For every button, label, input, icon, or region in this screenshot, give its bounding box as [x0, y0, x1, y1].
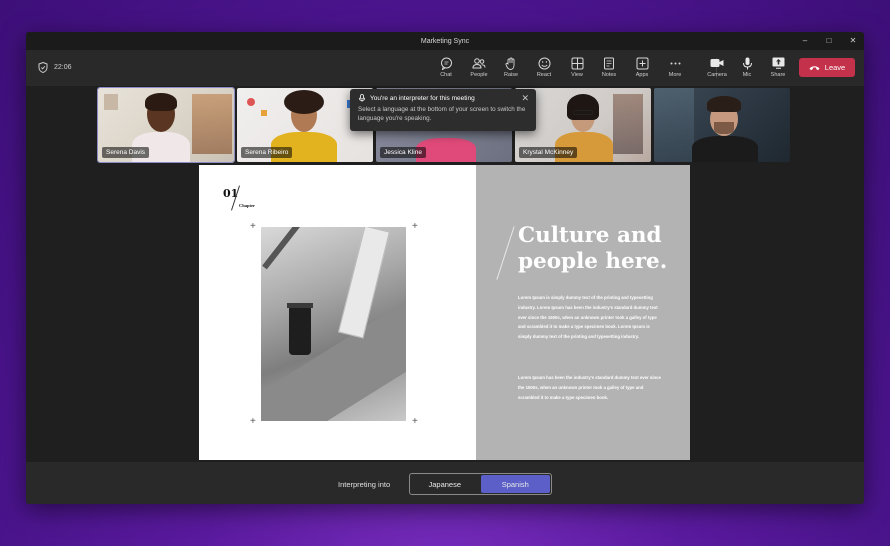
person-hair: [284, 90, 324, 114]
title-bar: Marketing Sync – □ ✕: [26, 32, 864, 50]
interpreter-icon: [358, 94, 366, 102]
interpretation-bar: Interpreting into Japanese Spanish: [26, 462, 864, 504]
more-icon: [670, 62, 680, 64]
participant-name: Serena Ribeiro: [241, 147, 293, 158]
shield-icon: [38, 62, 48, 73]
people-label: People: [470, 72, 488, 78]
interpreter-tooltip: You're an interpreter for this meeting S…: [350, 89, 536, 131]
react-label: React: [536, 72, 552, 78]
tooltip-body: Select a language at the bottom of your …: [358, 106, 526, 122]
video-tile-participant[interactable]: [654, 88, 790, 162]
person-hair: [567, 94, 599, 120]
language-option-japanese[interactable]: Japanese: [410, 474, 480, 494]
slide-paragraph: Lorem Ipsum has been the industry's stan…: [518, 375, 661, 400]
headline-line: Culture and: [518, 223, 662, 248]
people-button[interactable]: People: [464, 54, 494, 82]
leave-button[interactable]: Leave: [799, 58, 855, 77]
camera-label: Camera: [707, 72, 727, 78]
slide-photo: [261, 227, 406, 421]
crop-mark: +: [412, 416, 418, 427]
slide-text-panel: Culture and people here. Lorem Ipsum is …: [476, 165, 690, 460]
minimize-icon[interactable]: –: [800, 32, 810, 50]
chat-label: Chat: [440, 72, 452, 78]
person-hair: [145, 93, 177, 111]
hang-up-icon: [809, 65, 820, 70]
chat-icon: [440, 57, 452, 70]
meeting-toolbar: 22:06 Chat People Raise React View Notes: [26, 50, 864, 86]
raise-hand-icon: [505, 57, 515, 70]
shared-presentation-slide: 01 Chapter + + + + Culture and people he…: [199, 165, 690, 460]
people-icon: [472, 57, 486, 68]
chat-button[interactable]: Chat: [431, 54, 461, 82]
slide-headline: Culture and people here.: [518, 223, 678, 275]
view-icon: [571, 57, 583, 69]
clothes-rack: [613, 94, 643, 154]
react-button[interactable]: React: [529, 54, 559, 82]
share-icon: [772, 57, 784, 69]
glasses: [573, 110, 593, 115]
tooltip-close-icon[interactable]: ✕: [521, 93, 529, 104]
beard: [714, 122, 734, 134]
language-option-spanish[interactable]: Spanish: [480, 475, 550, 493]
mic-icon: [742, 57, 752, 69]
meeting-timer: 22:06: [38, 62, 72, 73]
notes-button[interactable]: Notes: [594, 54, 624, 82]
crop-mark: +: [250, 416, 256, 427]
notes-icon: [604, 57, 614, 69]
apps-button[interactable]: Apps: [627, 54, 657, 82]
view-button[interactable]: View: [562, 54, 592, 82]
video-tile-serena-davis[interactable]: Serena Davis: [97, 87, 235, 163]
participant-name: Krystal McKinney: [519, 147, 578, 158]
office-window: [654, 88, 694, 162]
interpreting-into-label: Interpreting into: [338, 480, 391, 489]
raise-hand-button[interactable]: Raise: [496, 54, 526, 82]
timer-text: 22:06: [54, 64, 72, 71]
close-icon[interactable]: ✕: [848, 32, 858, 50]
raise-label: Raise: [503, 72, 519, 78]
more-label: More: [668, 72, 682, 78]
photo-pencil: [262, 227, 310, 270]
wall-decor: [247, 98, 255, 106]
tooltip-title: You're an interpreter for this meeting: [370, 94, 475, 102]
photo-thread-spool: [289, 305, 311, 355]
react-icon: [538, 57, 550, 69]
window-controls: – □ ✕: [800, 32, 858, 50]
bookshelf: [192, 94, 232, 154]
crop-mark: +: [250, 221, 256, 232]
language-toggle: Japanese Spanish: [409, 473, 552, 495]
participant-name: Jessica Kline: [380, 147, 426, 158]
wall-frame: [104, 94, 118, 110]
photo-ruler-wood: [261, 298, 406, 421]
more-button[interactable]: More: [660, 54, 690, 82]
apps-icon: [636, 57, 648, 69]
chapter-label: Chapter: [239, 203, 255, 208]
apps-label: Apps: [635, 72, 649, 78]
headline-slash: [496, 226, 515, 280]
photo-spool-cap: [287, 303, 313, 308]
slide-paragraph: Lorem Ipsum is simply dummy text of the …: [518, 295, 658, 340]
person-body: [692, 136, 758, 162]
share-label: Share: [770, 72, 786, 78]
share-button[interactable]: Share: [763, 54, 793, 82]
mic-label: Mic: [742, 72, 752, 78]
mic-button[interactable]: Mic: [732, 54, 762, 82]
wall-decor: [261, 110, 267, 116]
headline-line: people here.: [518, 249, 668, 274]
camera-button[interactable]: Camera: [702, 54, 732, 82]
camera-icon: [710, 59, 724, 67]
view-label: View: [571, 72, 583, 78]
person-hair: [707, 96, 741, 112]
participant-name: Serena Davis: [102, 147, 150, 158]
notes-label: Notes: [601, 72, 617, 78]
meeting-stage: Serena Davis Serena Ribeiro Jessica Klin…: [26, 86, 864, 462]
leave-label: Leave: [824, 63, 846, 72]
teams-meeting-window: Marketing Sync – □ ✕ 22:06 Chat People R…: [26, 32, 864, 504]
window-title: Marketing Sync: [420, 37, 470, 45]
crop-mark: +: [412, 221, 418, 232]
maximize-icon[interactable]: □: [824, 32, 834, 50]
